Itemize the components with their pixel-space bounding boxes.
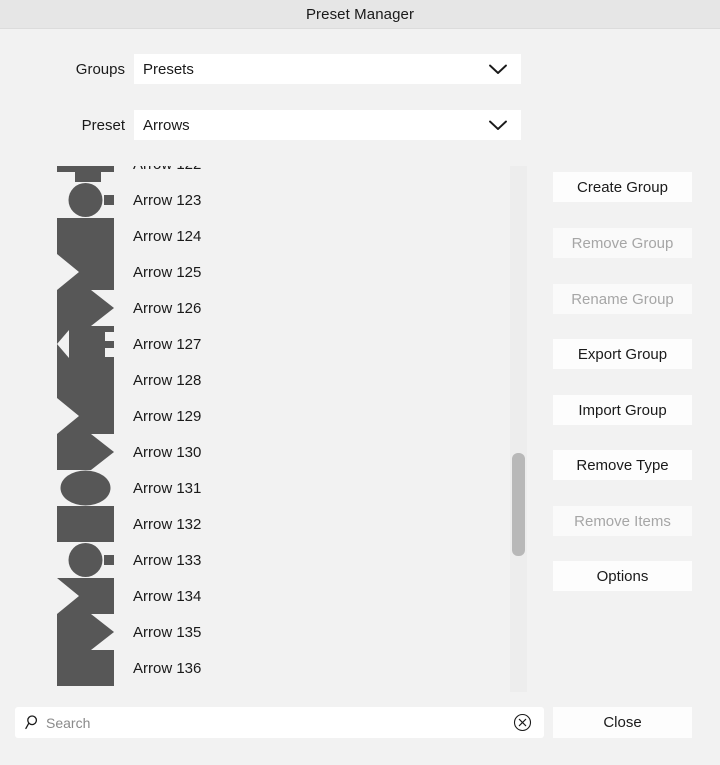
search-input[interactable]	[46, 714, 513, 731]
list-item-label: Arrow 127	[133, 335, 202, 353]
arrow-preset-icon	[57, 218, 114, 254]
rename-group-button: Rename Group	[553, 284, 692, 314]
preset-list-scroll-content: Arrow 122 Arrow 123 Arrow 124 Arrow 125 Arro…	[12, 166, 528, 686]
list-scrollbar-track[interactable]	[510, 166, 527, 692]
list-item[interactable]: Arrow 136	[12, 650, 528, 686]
search-icon	[25, 714, 42, 731]
remove-items-button: Remove Items	[553, 506, 692, 536]
list-item-label: Arrow 132	[133, 515, 202, 533]
list-item[interactable]: Arrow 132	[12, 506, 528, 542]
list-item-label: Arrow 134	[133, 587, 202, 605]
list-item-label: Arrow 131	[133, 479, 202, 497]
groups-row: Groups Presets	[0, 54, 720, 84]
arrow-preset-icon	[57, 578, 114, 614]
list-scrollbar-thumb[interactable]	[512, 453, 525, 556]
list-item-label: Arrow 136	[133, 659, 202, 677]
list-item-label: Arrow 133	[133, 551, 202, 569]
list-item[interactable]: Arrow 125	[12, 254, 528, 290]
import-group-button[interactable]: Import Group	[553, 395, 692, 425]
chevron-down-icon	[487, 54, 509, 84]
arrow-preset-icon	[57, 614, 114, 650]
preset-row: Preset Arrows	[0, 110, 720, 140]
preset-list[interactable]: Arrow 122 Arrow 123 Arrow 124 Arrow 125 Arro…	[12, 166, 528, 692]
list-item[interactable]: Arrow 129	[12, 398, 528, 434]
list-item-label: Arrow 124	[133, 227, 202, 245]
list-item[interactable]: Arrow 130	[12, 434, 528, 470]
arrow-preset-icon	[57, 166, 114, 182]
preset-dropdown-value: Arrows	[143, 116, 190, 134]
arrow-preset-icon	[57, 182, 114, 218]
clear-circle-x-icon[interactable]	[513, 713, 532, 732]
arrow-preset-icon	[57, 362, 114, 398]
window-title: Preset Manager	[305, 5, 415, 23]
list-item[interactable]: Arrow 127	[12, 326, 528, 362]
list-item[interactable]: Arrow 134	[12, 578, 528, 614]
list-item-label: Arrow 129	[133, 407, 202, 425]
arrow-preset-icon	[57, 506, 114, 542]
groups-dropdown[interactable]: Presets	[134, 54, 521, 84]
groups-label: Groups	[75, 60, 125, 78]
list-item[interactable]: Arrow 126	[12, 290, 528, 326]
options-button[interactable]: Options	[553, 561, 692, 591]
arrow-preset-icon	[57, 326, 114, 362]
remove-type-button[interactable]: Remove Type	[553, 450, 692, 480]
arrow-preset-icon	[57, 470, 114, 506]
window-titlebar: Preset Manager	[0, 0, 720, 29]
arrow-preset-icon	[57, 542, 114, 578]
list-item-label: Arrow 122	[133, 166, 201, 173]
arrow-preset-icon	[57, 398, 114, 434]
list-item-label: Arrow 130	[133, 443, 202, 461]
close-button[interactable]: Close	[553, 707, 692, 738]
list-item[interactable]: Arrow 124	[12, 218, 528, 254]
list-item-label: Arrow 123	[133, 191, 202, 209]
chevron-down-icon	[487, 110, 509, 140]
groups-dropdown-value: Presets	[143, 60, 194, 78]
create-group-button[interactable]: Create Group	[553, 172, 692, 202]
list-item[interactable]: Arrow 133	[12, 542, 528, 578]
list-item-label: Arrow 135	[133, 623, 202, 641]
list-item[interactable]: Arrow 131	[12, 470, 528, 506]
list-item-label: Arrow 125	[133, 263, 202, 281]
arrow-preset-icon	[57, 254, 114, 290]
list-item[interactable]: Arrow 135	[12, 614, 528, 650]
list-item-label: Arrow 128	[133, 371, 202, 389]
preset-dropdown[interactable]: Arrows	[134, 110, 521, 140]
remove-group-button: Remove Group	[553, 228, 692, 258]
list-item[interactable]: Arrow 122	[12, 166, 528, 182]
export-group-button[interactable]: Export Group	[553, 339, 692, 369]
arrow-preset-icon	[57, 650, 114, 686]
arrow-preset-icon	[57, 290, 114, 326]
list-item[interactable]: Arrow 128	[12, 362, 528, 398]
preset-label: Preset	[81, 116, 125, 134]
list-item-label: Arrow 126	[133, 299, 202, 317]
arrow-preset-icon	[57, 434, 114, 470]
search-box[interactable]	[15, 707, 544, 738]
list-item[interactable]: Arrow 123	[12, 182, 528, 218]
